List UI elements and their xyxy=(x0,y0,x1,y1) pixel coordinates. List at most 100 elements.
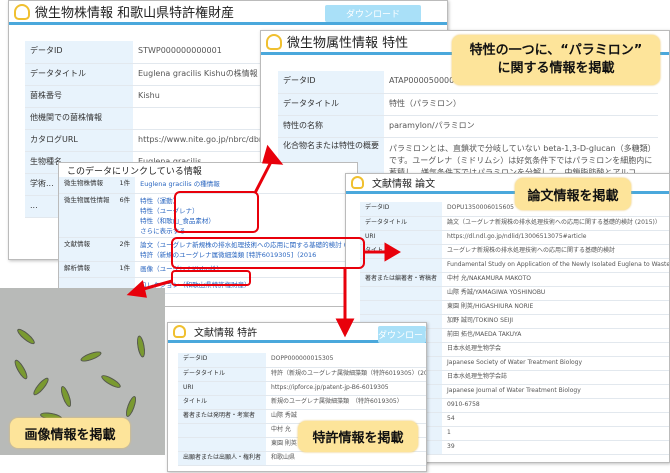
row-label: 特性の名称 xyxy=(278,115,384,138)
linked-table: 微生物株情報 1件 Euglena gracilis の種情報 微生物属性情報 6件 特性… xyxy=(59,177,357,294)
download-button[interactable]: ダウンロード xyxy=(378,326,426,343)
table-row: 著者または編著者・寄稿者 中村 允/NAKAMURA MAKOTO xyxy=(360,272,669,287)
row-value: 和歌山県 xyxy=(266,451,426,466)
row-label: タイトル xyxy=(178,395,267,410)
row-label: URI xyxy=(178,381,267,396)
callout-trait: 特性の一つに、“パラミロン” に関する情報を掲載 xyxy=(452,35,660,85)
patent-header: 文献情報 特許 ダウンロード xyxy=(168,323,426,343)
row-label: タイトル xyxy=(360,244,443,259)
row-value: 日本水処理生物学会誌 xyxy=(442,370,669,385)
row-label: データID xyxy=(278,71,384,94)
row-count: 2件 xyxy=(114,237,136,262)
linked-row: 解析情報 1件 画像（ユーグレナKishu株） xyxy=(59,261,357,278)
callout-patent: 特許情報を掲載 xyxy=(298,421,418,452)
row-label: データタイトル xyxy=(278,93,384,116)
row-label: カタログURL xyxy=(25,129,133,152)
patent-title: 文献情報 特許 xyxy=(194,328,258,339)
callout-paper: 論文情報を掲載 xyxy=(515,178,631,210)
row-links: 論文（ユーグレナ新規株の排水処理技術への応用に関する基礎的検討 (2015)）特… xyxy=(135,237,357,262)
table-row: データID DOPP000000015305 xyxy=(178,353,426,368)
row-count: 1件 xyxy=(114,177,136,194)
row-count: 1件 xyxy=(114,261,136,278)
linked-row: 微生物株情報 1件 Euglena gracilis の種情報 xyxy=(59,177,357,194)
row-value: ユーグレナ新規株の排水処理技術への応用に関する基礎的検討 xyxy=(442,244,669,259)
row-value: 東園 則英/HIGASHIURA NORIE xyxy=(442,300,669,315)
table-row: タイトル ユーグレナ新規株の排水処理技術への応用に関する基礎的検討 xyxy=(360,244,669,259)
cell xyxy=(99,372,123,391)
linked-item[interactable]: 画像（ユーグレナKishu株） xyxy=(140,264,357,274)
row-value: 1 xyxy=(442,426,669,441)
linked-row: 微生物属性情報 6件 特性（運動） 特性（ユーグレナ） 特性（和歌山_食品素材） さらに表… xyxy=(59,193,357,238)
row-value: DOPP000000015305 xyxy=(266,353,426,368)
strain-title: 微生物株情報 和歌山県特許権財産 xyxy=(35,6,235,21)
table-row: URI https://dl.ndl.go.jp/ndlid/1300651307… xyxy=(360,230,669,245)
cell xyxy=(79,349,103,364)
linked-item[interactable]: 特許（新規のユーグレナ属微細藻類 [特許6019305]（2016 xyxy=(140,250,357,260)
row-label: 文献情報 xyxy=(59,237,115,262)
row-label xyxy=(178,437,267,452)
row-value: 新規のユーグレナ属微細藻類 （特許6019305） xyxy=(266,395,426,410)
logo-icon xyxy=(351,176,364,189)
row-label: 著者または発明者・考案者 xyxy=(178,409,267,424)
row-label: 著者または編著者・寄稿者 xyxy=(360,272,443,287)
row-links: 特性（運動） 特性（ユーグレナ） 特性（和歌山_食品素材） さらに表示する xyxy=(135,193,357,238)
table-row: データタイトル 特性（パラミロン） xyxy=(278,93,658,116)
row-label: データタイトル xyxy=(25,63,133,86)
row-label: 出願者または出願人・権利者 xyxy=(178,451,267,466)
row-label: データタイトル xyxy=(360,216,443,231)
logo-icon xyxy=(266,34,282,50)
row-value: 特許（新規のユーグレナ属微細藻類（特許6019305）(2016)） xyxy=(266,367,426,382)
linked-item[interactable]: 特性（和歌山_食品素材） xyxy=(140,216,357,226)
table-row: 山際 秀誠/YAMAGIWA YOSHINOBU xyxy=(360,286,669,301)
row-label: データID xyxy=(178,353,267,368)
linked-item[interactable]: コレクション（和歌山県特許権財産） xyxy=(140,280,357,290)
row-links: 画像（ユーグレナKishu株） xyxy=(135,261,357,278)
linked-item[interactable]: 特性（運動） xyxy=(140,196,357,206)
cell xyxy=(123,394,139,419)
table-row: データタイトル 論文（ユーグレナ新規株の排水処理技術への応用に関する基礎的検討 (… xyxy=(360,216,669,231)
row-label xyxy=(360,300,443,315)
row-label: データID xyxy=(25,41,133,64)
row-label xyxy=(360,258,443,273)
linked-item[interactable]: 論文（ユーグレナ新規株の排水処理技術への応用に関する基礎的検討 (2015)） xyxy=(140,240,357,250)
row-value: paramylon/パラミロン xyxy=(384,115,658,138)
row-label: 他機関での菌株情報 xyxy=(25,107,133,130)
row-value: 前田 拓也/MAEDA TAKUYA xyxy=(442,328,669,343)
linked-item[interactable]: 特性（ユーグレナ） xyxy=(140,206,357,216)
download-button[interactable]: ダウンロード xyxy=(325,5,421,22)
row-label: 微生物株情報 xyxy=(59,177,115,194)
row-value: Japanese Society of Water Treatment Biol… xyxy=(442,356,669,371)
row-count: 6件 xyxy=(114,193,136,238)
row-value: 加野 誠司/TOKINO SEIJI xyxy=(442,314,669,329)
row-value: 日本水処理生物学会 xyxy=(442,342,669,357)
row-links: コレクション（和歌山県特許権財産） xyxy=(135,277,357,294)
cell xyxy=(15,326,37,347)
logo-icon xyxy=(173,325,186,338)
row-value: 特性（パラミロン） xyxy=(384,93,658,116)
linked-item[interactable]: さらに表示する xyxy=(140,226,357,236)
cell xyxy=(135,335,147,358)
trait-title: 微生物属性情報 特性 xyxy=(287,36,409,51)
cell xyxy=(58,384,74,409)
row-label xyxy=(360,286,443,301)
row-value[interactable]: https://dl.ndl.go.jp/ndlid/13006513075#a… xyxy=(442,230,669,245)
cell xyxy=(12,358,30,381)
row-label: データID xyxy=(360,202,443,217)
strain-header: 微生物株情報 和歌山県特許権財産 ダウンロード xyxy=(9,1,447,25)
linked-title: このデータにリンクしている情報 xyxy=(67,166,202,177)
table-row: 出願者または出願人・権利者 和歌山県 xyxy=(178,451,426,466)
row-value: 0910-6758 xyxy=(442,398,669,413)
linked-item[interactable]: Euglena gracilis の種情報 xyxy=(140,179,357,189)
table-row: タイトル 新規のユーグレナ属微細藻類 （特許6019305） xyxy=(178,395,426,410)
row-value: 39 xyxy=(442,440,669,455)
table-row: 特性の名称 paramylon/パラミロン xyxy=(278,115,658,138)
row-value: 中村 允/NAKAMURA MAKOTO xyxy=(442,272,669,287)
row-value: 山際 秀誠/YAMAGIWA YOSHINOBU xyxy=(442,286,669,301)
row-value: Fundamental Study on Application of the … xyxy=(442,258,669,273)
callout-image: 画像情報を掲載 xyxy=(10,418,130,448)
row-value: 54 xyxy=(442,412,669,427)
table-row: Fundamental Study on Application of the … xyxy=(360,258,669,273)
row-label: 微生物属性情報 xyxy=(59,193,115,238)
table-row: 東園 則英/HIGASHIURA NORIE xyxy=(360,300,669,315)
row-value[interactable]: https://ipforce.jp/patent-jp-B6-6019305 xyxy=(266,381,426,396)
